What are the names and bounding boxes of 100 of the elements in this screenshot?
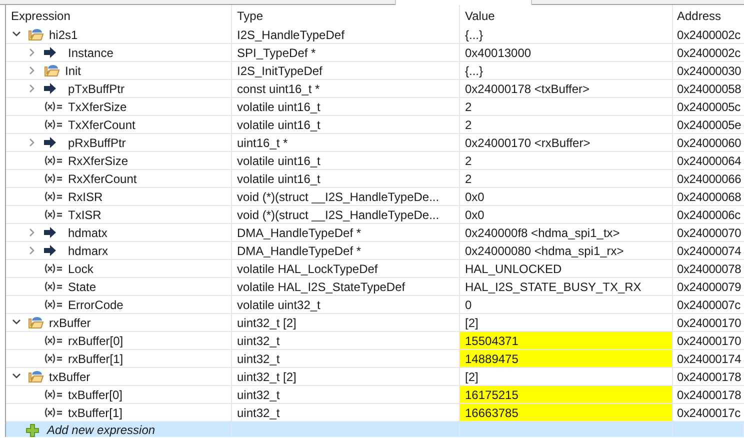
address-cell-text: 0x24000066 [676, 170, 742, 187]
type-cell: I2S_InitTypeDef [232, 62, 460, 79]
expression-name: pRxBuffPtr [67, 136, 126, 150]
address-cell-text: 0x24000058 [676, 80, 742, 97]
address-cell-text: 0x2400017c [676, 404, 742, 421]
address-cell-text: 0x24000178 [676, 368, 742, 385]
address-cell-text: 0x24000079 [676, 278, 742, 295]
value-cell: [2] [460, 368, 673, 385]
expression-name: hi2s1 [48, 28, 78, 42]
type-cell: volatile uint16_t [232, 152, 460, 169]
type-cell: uint32_t [2] [232, 368, 460, 385]
variable-icon [44, 407, 63, 418]
arrow-icon [44, 47, 56, 58]
arrow-icon [44, 137, 56, 148]
expression-name: hdmarx [67, 244, 108, 258]
plus-icon [26, 424, 39, 436]
address-cell-text: 0x2400002c [676, 44, 742, 61]
address-cell-text: 0x24000064 [676, 152, 742, 169]
address-cell-text: 0x2400002c [676, 26, 742, 43]
address-cell-text: 0x2400006c [676, 206, 742, 223]
expression-name: TxXferCount [67, 118, 136, 132]
chevron-right-icon[interactable] [28, 228, 37, 237]
value-cell: HAL_UNLOCKED [460, 260, 673, 277]
address-cell-text: 0x2400007c [676, 296, 742, 313]
expression-name: ErrorCode [67, 298, 124, 312]
value-cell: HAL_I2S_STATE_BUSY_TX_RX [460, 278, 673, 295]
address-cell-text: 0x24000178 [676, 386, 742, 403]
expression-name: RxXferCount [67, 172, 137, 186]
address-cell-text: 0x24000170 [676, 332, 742, 349]
expression-name: txBuffer[1] [67, 406, 122, 420]
column-header[interactable]: Type [232, 5, 460, 26]
variable-icon [44, 191, 63, 202]
arrow-icon [44, 245, 56, 256]
address-cell-text: 0x24000078 [676, 260, 742, 277]
type-cell: I2S_HandleTypeDef [232, 26, 460, 43]
folder-icon [28, 316, 44, 329]
expression-name: RxXferSize [67, 154, 128, 168]
expression-name: Init [64, 64, 82, 78]
address-cell-text: 0x24000070 [676, 224, 742, 241]
address-cell-text: 0x24000170 [676, 314, 742, 331]
type-cell: volatile uint16_t [232, 170, 460, 187]
value-cell: 0x240000f8 <hdma_spi1_tx> [460, 224, 673, 241]
address-cell-text: 0x24000174 [676, 350, 742, 367]
expression-name: TxXferSize [67, 100, 127, 114]
variable-icon [44, 335, 63, 346]
value-cell: 2 [460, 116, 673, 133]
column-header[interactable]: Address [673, 5, 744, 26]
expression-name: txBuffer[0] [67, 388, 122, 402]
folder-icon [44, 64, 60, 77]
chevron-down-icon[interactable] [12, 372, 21, 381]
chevron-down-icon[interactable] [12, 318, 21, 327]
variable-icon [44, 173, 63, 184]
expression-name: Instance [67, 46, 114, 60]
folder-icon [28, 28, 44, 41]
variable-icon [44, 101, 63, 112]
type-cell: void (*)(struct __I2S_HandleTypeDe... [232, 188, 460, 205]
chevron-down-icon[interactable] [12, 30, 21, 39]
chevron-right-icon[interactable] [28, 66, 37, 75]
value-cell: 0x24000170 <rxBuffer> [460, 134, 673, 151]
variable-icon [44, 155, 63, 166]
address-cell-text: 0x24000060 [676, 134, 742, 151]
chevron-right-icon[interactable] [28, 138, 37, 147]
column-header[interactable]: Value [460, 5, 673, 26]
type-cell: volatile HAL_I2S_StateTypeDef [232, 278, 460, 295]
value-cell: 2 [460, 170, 673, 187]
type-cell: uint16_t * [232, 134, 460, 151]
arrow-icon [44, 83, 56, 94]
variable-icon [44, 281, 63, 292]
variable-icon [44, 263, 63, 274]
value-cell: {...} [460, 26, 673, 43]
expression-name: State [67, 280, 96, 294]
value-cell: 0x40013000 [460, 44, 673, 61]
value-cell: 16175215 [460, 386, 673, 403]
column-header[interactable]: Expression [6, 5, 232, 26]
type-cell: DMA_HandleTypeDef * [232, 224, 460, 241]
type-cell: const uint16_t * [232, 80, 460, 97]
chevron-right-icon[interactable] [28, 84, 37, 93]
chevron-right-icon[interactable] [28, 246, 37, 255]
address-cell-text: 0x24000030 [676, 62, 742, 79]
type-cell: volatile HAL_LockTypeDef [232, 260, 460, 277]
expression-name: txBuffer [48, 370, 90, 384]
value-cell: 14889475 [460, 350, 673, 367]
type-cell: volatile uint32_t [232, 296, 460, 313]
add-expression-row[interactable]: Add new expression [6, 422, 744, 437]
value-cell: [2] [460, 314, 673, 331]
add-expression-label: Add new expression [46, 423, 156, 437]
value-cell: 2 [460, 98, 673, 115]
variable-icon [44, 119, 63, 130]
arrow-icon [44, 227, 56, 238]
expression-name: Lock [67, 262, 94, 276]
expression-name: RxISR [67, 190, 103, 204]
variable-icon [44, 209, 63, 220]
type-cell: volatile uint16_t [232, 116, 460, 133]
value-cell: 0x0 [460, 188, 673, 205]
variable-icon [44, 299, 63, 310]
expression-name: rxBuffer[1] [67, 352, 124, 366]
chevron-right-icon[interactable] [28, 48, 37, 57]
address-cell-text: 0x24000074 [676, 242, 742, 259]
value-cell: 0x24000178 <txBuffer> [460, 80, 673, 97]
variable-icon [44, 353, 63, 364]
